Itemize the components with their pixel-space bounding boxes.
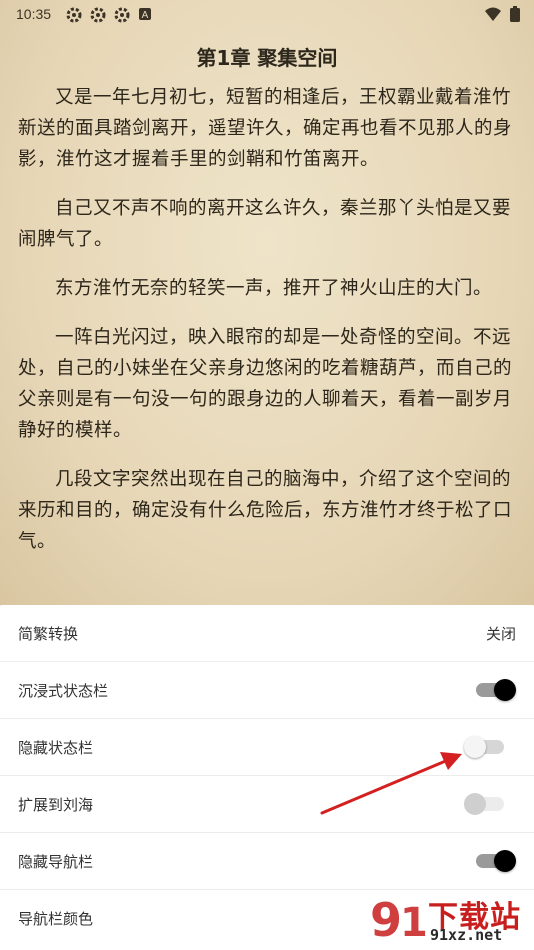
setting-label: 扩展到刘海	[18, 795, 94, 814]
status-bar: 10:35 A	[0, 0, 534, 30]
setting-label: 隐藏导航栏	[18, 852, 94, 871]
chapter-content: 又是一年七月初七，短暂的相逢后，王权霸业戴着淮竹新送的面具踏剑离开，遥望许久，确…	[18, 82, 520, 575]
status-right-icons	[484, 6, 520, 26]
setting-label: 导航栏颜色	[18, 909, 94, 928]
hide-status-bar-toggle[interactable]	[464, 736, 506, 758]
status-time: 10:35	[16, 6, 52, 22]
settings-panel: 简繁转换 关闭 沉浸式状态栏 隐藏状态栏 扩展到刘海 隐藏导航栏 导航栏颜色 9…	[0, 605, 534, 950]
watermark-domain: 91xz.net	[430, 926, 503, 944]
battery-icon	[510, 6, 520, 26]
a-badge-icon: A	[138, 7, 154, 23]
watermark-logo: 9 1 下载站 91xz.net	[368, 890, 528, 947]
paragraph: 东方淮竹无奈的轻笑一声，推开了神火山庄的大门。	[55, 278, 493, 299]
setting-label: 简繁转换	[18, 624, 79, 643]
extend-to-notch-toggle[interactable]	[464, 793, 506, 815]
reader-page[interactable]: 10:35 A 第1章 聚集空间 又是一年七月初七，短暂的相逢后，王权霸业戴着淮…	[0, 0, 534, 605]
toggle-thumb	[494, 679, 516, 701]
wifi-icon	[484, 6, 502, 26]
setting-label: 隐藏状态栏	[18, 738, 94, 757]
chapter-title: 第1章 聚集空间	[196, 46, 338, 70]
paragraph: 自己又不声不响的离开这么许久，秦兰那丫头怕是又要闹脾气了。	[18, 198, 512, 250]
paragraph: 一阵白光闪过，映入眼帘的却是一处奇怪的空间。不远处，自己的小妹坐在父亲身边悠闲的…	[18, 327, 513, 441]
setting-value[interactable]: 关闭	[486, 623, 516, 644]
settings-gear-icon	[90, 7, 106, 23]
svg-text:9: 9	[370, 893, 402, 946]
notification-icons: A	[66, 7, 154, 23]
paragraph: 又是一年七月初七，短暂的相逢后，王权霸业戴着淮竹新送的面具踏剑离开，遥望许久，确…	[18, 87, 513, 170]
watermark-91-icon: 9 1	[370, 893, 428, 947]
svg-text:A: A	[142, 10, 149, 21]
settings-gear-icon	[66, 7, 82, 23]
setting-extend-to-notch[interactable]: 扩展到刘海	[0, 776, 534, 833]
setting-label: 沉浸式状态栏	[18, 681, 109, 700]
svg-text:1: 1	[400, 900, 428, 946]
toggle-thumb	[464, 736, 486, 758]
immersive-status-bar-toggle[interactable]	[474, 679, 516, 701]
hide-navigation-bar-toggle[interactable]	[474, 850, 516, 872]
toggle-thumb	[494, 850, 516, 872]
settings-gear-icon	[114, 7, 130, 23]
setting-hide-navigation-bar[interactable]: 隐藏导航栏	[0, 833, 534, 890]
toggle-thumb	[464, 793, 486, 815]
paragraph: 几段文字突然出现在自己的脑海中，介绍了这个空间的来历和目的，确定没有什么危险后，…	[18, 469, 513, 552]
setting-immersive-status-bar[interactable]: 沉浸式状态栏	[0, 662, 534, 719]
setting-hide-status-bar[interactable]: 隐藏状态栏	[0, 719, 534, 776]
setting-traditional-simplified[interactable]: 简繁转换 关闭	[0, 605, 534, 662]
